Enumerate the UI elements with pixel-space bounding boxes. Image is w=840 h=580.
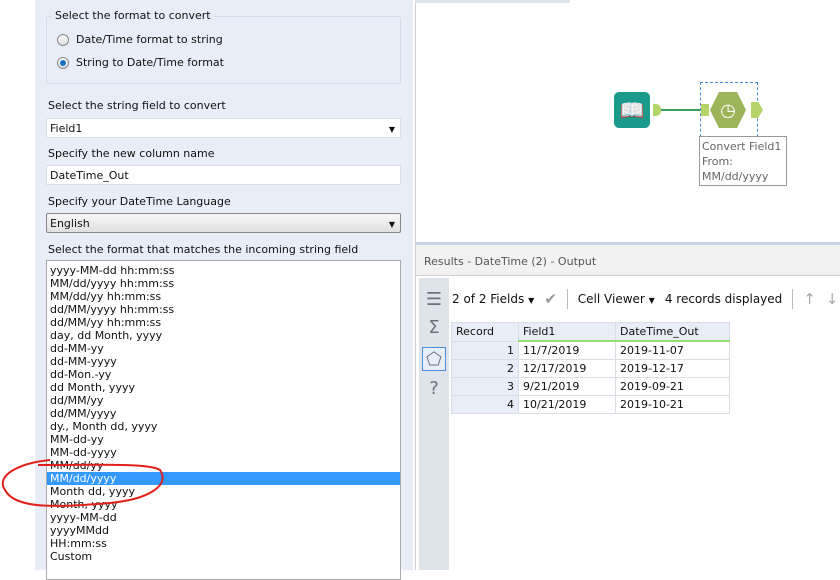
table-cell[interactable]: 12/17/2019 bbox=[518, 358, 616, 378]
column-name-input[interactable]: DateTime_Out bbox=[46, 165, 401, 185]
table-cell[interactable]: 4 bbox=[451, 394, 519, 414]
table-row[interactable]: 4 10/21/2019 2019-10-21 bbox=[451, 394, 730, 414]
results-panel: Results - DateTime (2) - Output ☰ Σ ⬠ ? … bbox=[415, 240, 840, 570]
divider bbox=[566, 289, 568, 309]
chevron-down-icon: ▼ bbox=[528, 296, 535, 305]
workflow-canvas[interactable]: 📖 ◷ Convert Field1 From: MM/dd/yyyy bbox=[415, 0, 840, 240]
format-list-item[interactable]: Month, yyyy bbox=[47, 498, 400, 511]
viewer-dropdown[interactable]: Cell Viewer ▼ bbox=[578, 292, 655, 306]
column-name-label: Specify the new column name bbox=[48, 147, 215, 160]
table-cell[interactable]: 2019-12-17 bbox=[615, 358, 730, 378]
configuration-panel: Date/Time format to string String to Dat… bbox=[35, 0, 413, 580]
tag-icon[interactable]: ⬠ bbox=[422, 347, 446, 371]
format-list-item[interactable]: Month dd, yyyy bbox=[47, 485, 400, 498]
format-list-item[interactable]: dd/MM/yyyy hh:mm:ss bbox=[47, 303, 400, 316]
help-icon[interactable]: ? bbox=[422, 377, 446, 401]
column-header-record[interactable]: Record bbox=[451, 322, 519, 342]
format-list-item[interactable]: dd Month, yyyy bbox=[47, 381, 400, 394]
divider bbox=[792, 289, 794, 309]
format-list-item[interactable]: dd/MM/yyyy bbox=[47, 407, 400, 420]
output-anchor[interactable] bbox=[751, 102, 763, 118]
table-row[interactable]: 1 11/7/2019 2019-11-07 bbox=[451, 340, 730, 360]
table-cell[interactable]: 9/21/2019 bbox=[518, 376, 616, 396]
format-list-item[interactable]: MM/dd/yy hh:mm:ss bbox=[47, 290, 400, 303]
table-cell[interactable]: 2019-09-21 bbox=[615, 376, 730, 396]
radio-icon[interactable] bbox=[57, 33, 69, 46]
table-cell[interactable]: 2019-11-07 bbox=[615, 340, 730, 360]
language-label: Specify your DateTime Language bbox=[48, 195, 231, 208]
format-list-item[interactable]: MM/dd/yy bbox=[47, 459, 400, 472]
table-cell[interactable]: 10/21/2019 bbox=[518, 394, 616, 414]
format-list-item[interactable]: dd-MM-yy bbox=[47, 342, 400, 355]
format-listbox[interactable]: yyyy-MM-dd hh:mm:ss MM/dd/yyyy hh:mm:ss MM… bbox=[46, 260, 401, 580]
results-table: Record Field1 DateTime_Out 1 11/7/2019 201… bbox=[451, 322, 730, 414]
format-list-item[interactable]: MM/dd/yyyy bbox=[47, 472, 400, 485]
table-row[interactable]: 2 12/17/2019 2019-12-17 bbox=[451, 358, 730, 378]
chevron-down-icon: ▼ bbox=[648, 296, 655, 305]
format-list-item[interactable]: day, dd Month, yyyy bbox=[47, 329, 400, 342]
fields-label: 2 of 2 Fields bbox=[452, 292, 525, 306]
results-title: Results - DateTime (2) - Output bbox=[416, 242, 840, 276]
sigma-icon[interactable]: Σ bbox=[422, 316, 446, 340]
format-list-item[interactable]: dd-MM-yyyy bbox=[47, 355, 400, 368]
table-cell[interactable]: 1 bbox=[451, 340, 519, 360]
language-value: English bbox=[50, 217, 90, 230]
format-list-item[interactable]: yyyy-MM-dd bbox=[47, 511, 400, 524]
input-anchor[interactable] bbox=[701, 104, 709, 116]
format-list-item[interactable]: MM-dd-yy bbox=[47, 433, 400, 446]
radio-label: Date/Time format to string bbox=[76, 33, 223, 46]
string-field-dropdown[interactable]: Field1 bbox=[46, 118, 401, 138]
radio-string-to-datetime[interactable]: String to Date/Time format bbox=[57, 56, 224, 69]
format-list-item[interactable]: dd/MM/yy hh:mm:ss bbox=[47, 316, 400, 329]
language-dropdown[interactable]: English bbox=[46, 213, 401, 233]
table-cell[interactable]: 2019-10-21 bbox=[615, 394, 730, 414]
string-field-label: Select the string field to convert bbox=[48, 99, 226, 112]
format-list-item[interactable]: Custom bbox=[47, 550, 400, 563]
records-count: 4 records displayed bbox=[664, 292, 783, 306]
arrow-down-icon[interactable]: ↓ bbox=[826, 290, 839, 308]
left-margin bbox=[0, 0, 35, 570]
results-side-toolbar: ☰ Σ ⬠ ? bbox=[419, 278, 449, 570]
format-group-box: Date/Time format to string String to Dat… bbox=[46, 16, 401, 84]
annotation-line: From: bbox=[702, 155, 733, 168]
radio-label: String to Date/Time format bbox=[76, 56, 224, 69]
column-name-value: DateTime_Out bbox=[50, 169, 129, 182]
format-list-item[interactable]: HH:mm:ss bbox=[47, 537, 400, 550]
format-list-item[interactable]: yyyyMMdd bbox=[47, 524, 400, 537]
radio-checked-icon[interactable] bbox=[57, 56, 69, 69]
output-anchor[interactable] bbox=[653, 104, 661, 116]
input-data-tool-icon[interactable]: 📖 bbox=[614, 92, 650, 128]
format-list-item[interactable]: dd-Mon.-yy bbox=[47, 368, 400, 381]
tab-strip bbox=[415, 0, 570, 3]
string-field-value: Field1 bbox=[50, 122, 83, 135]
column-header-field1[interactable]: Field1 bbox=[518, 322, 616, 342]
annotation-line: Convert Field1 bbox=[702, 140, 782, 153]
viewer-label: Cell Viewer bbox=[577, 292, 645, 306]
connection-line bbox=[661, 109, 701, 111]
fields-dropdown[interactable]: 2 of 2 Fields ▼ bbox=[452, 292, 534, 306]
tool-annotation: Convert Field1 From: MM/dd/yyyy bbox=[699, 136, 787, 186]
radio-datetime-to-string[interactable]: Date/Time format to string bbox=[57, 33, 223, 46]
column-header-datetime-out[interactable]: DateTime_Out bbox=[615, 322, 730, 342]
format-group-label: Select the format to convert bbox=[52, 9, 214, 22]
format-list-item[interactable]: yyyy-MM-dd hh:mm:ss bbox=[47, 264, 400, 277]
format-list-item[interactable]: dy., Month dd, yyyy bbox=[47, 420, 400, 433]
checkmark-icon[interactable]: ✔ bbox=[544, 290, 557, 308]
annotation-line: MM/dd/yyyy bbox=[702, 170, 769, 183]
format-list-item[interactable]: MM-dd-yyyy bbox=[47, 446, 400, 459]
arrow-up-icon[interactable]: ↑ bbox=[803, 290, 816, 308]
table-view-icon[interactable]: ☰ bbox=[422, 288, 446, 312]
table-cell[interactable]: 2 bbox=[451, 358, 519, 378]
format-list-item[interactable]: MM/dd/yyyy hh:mm:ss bbox=[47, 277, 400, 290]
table-cell[interactable]: 3 bbox=[451, 376, 519, 396]
format-list-item[interactable]: dd/MM/yy bbox=[47, 394, 400, 407]
table-cell[interactable]: 11/7/2019 bbox=[518, 340, 616, 360]
table-row[interactable]: 3 9/21/2019 2019-09-21 bbox=[451, 376, 730, 396]
format-list-label: Select the format that matches the incom… bbox=[48, 243, 359, 256]
results-toolbar: 2 of 2 Fields ▼ ✔ Cell Viewer ▼ 4 record… bbox=[452, 284, 838, 314]
